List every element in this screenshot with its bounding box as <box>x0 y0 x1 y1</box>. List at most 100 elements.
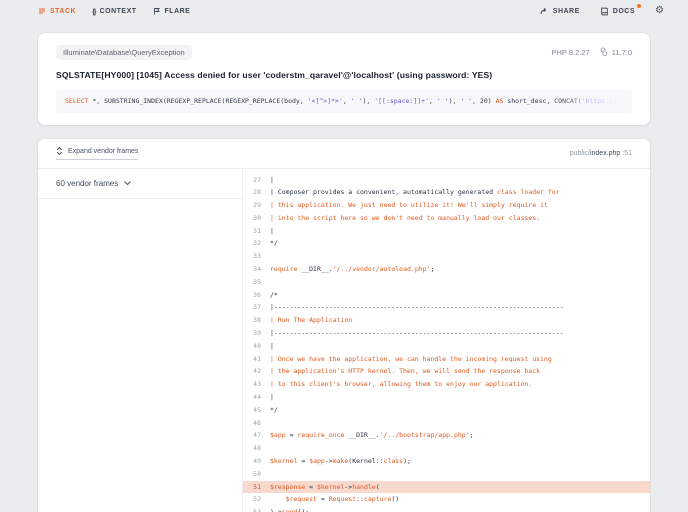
version-info: PHP 8.2.27 11.7.0 <box>551 47 632 58</box>
code-line-42: 42 | the application's HTTP kernel. Then,… <box>243 365 650 378</box>
line-number: 44 <box>253 393 261 402</box>
laravel-version: 11.7.0 <box>600 47 632 58</box>
tab-context[interactable]: { } CONTEXT <box>92 7 136 16</box>
line-code: $response = $kernel->handle( <box>270 482 380 491</box>
line-number: 38 <box>253 316 261 325</box>
exception-message: SQLSTATE[HY000] [1045] Access denied for… <box>56 69 493 80</box>
line-code: | <box>270 341 274 350</box>
code-line-38: 38 | Run The Application <box>243 314 650 327</box>
chevron-down-icon <box>124 179 132 188</box>
line-number: 39 <box>253 329 261 338</box>
tab-stack[interactable]: STACK <box>38 7 76 15</box>
code-line-48: 48 <box>243 442 650 455</box>
flag-icon <box>153 7 161 15</box>
line-number: 41 <box>253 354 261 363</box>
tab-context-label: CONTEXT <box>99 7 137 15</box>
frames-sidebar: 60 vendor frames <box>38 168 243 512</box>
line-number: 28 <box>253 188 261 197</box>
file-name: index.php <box>589 149 621 157</box>
code-line-46: 46 <box>243 417 650 430</box>
code-line-45: 45 */ <box>243 404 650 417</box>
laravel-version-number: 11.7.0 <box>611 47 632 57</box>
code-line-44: 44 | <box>243 391 650 404</box>
code-line-34: 34 require __DIR__.'/../vendor/autoload.p… <box>243 263 650 276</box>
code-line-39: 39 |-------------------------------------… <box>243 327 650 340</box>
code-line-31: 31 | <box>243 225 650 238</box>
line-code: $request = Request::capture() <box>285 495 400 504</box>
line-code: |---------------------------------------… <box>270 329 564 338</box>
sql-query: SELECT *, SUBSTRING_INDEX(REGEXP_REPLACE… <box>56 89 632 113</box>
tab-stack-label: STACK <box>50 7 77 15</box>
nav-actions: SHARE DOCS ⚙ <box>540 3 664 16</box>
line-code: | into the script here so we don't need … <box>270 213 541 222</box>
php-version: PHP 8.2.27 <box>551 47 590 57</box>
code-line-40: 40 | <box>243 340 650 353</box>
top-navbar: STACK { } CONTEXT FLARE SHARE DOCS ⚙ <box>0 0 688 22</box>
line-code: $app = require_once __DIR__.'/../bootstr… <box>270 431 474 440</box>
line-number: 36 <box>253 290 261 299</box>
code-line-35: 35 <box>243 276 650 289</box>
tab-flare[interactable]: FLARE <box>153 7 191 15</box>
code-line-36: 36 /* <box>243 289 650 302</box>
line-number: 32 <box>253 239 261 248</box>
line-number: 35 <box>253 277 261 286</box>
line-number: 46 <box>253 418 261 427</box>
code-line-47: 47 $app = require_once __DIR__.'/../boots… <box>243 429 650 442</box>
nav-tabs: STACK { } CONTEXT FLARE <box>38 7 190 16</box>
code-line-43: 43 | to this client's browser, allowing t… <box>243 378 650 391</box>
expand-vendor-frames-button[interactable]: Expand vendor frames <box>56 146 139 160</box>
stack-trace-card: Expand vendor frames public/index.php :5… <box>38 138 650 512</box>
line-number: 33 <box>253 252 261 261</box>
braces-icon: { } <box>92 6 97 16</box>
line-number: 51 <box>253 482 261 491</box>
line-code: | <box>270 226 274 235</box>
line-code: require __DIR__.'/../vendor/autoload.php… <box>270 265 435 274</box>
settings-gear-icon[interactable]: ⚙ <box>655 6 664 16</box>
code-line-27: 27 | <box>243 174 650 187</box>
share-icon <box>540 7 549 15</box>
share-label: SHARE <box>552 7 580 15</box>
line-code: | the application's HTTP kernel. Then, w… <box>270 367 541 376</box>
line-number: 34 <box>253 265 261 274</box>
code-line-50: 50 <box>243 468 650 481</box>
line-number: 29 <box>253 201 261 210</box>
line-code: /* <box>270 290 278 299</box>
laravel-icon <box>600 47 609 58</box>
code-line-49: 49 $kernel = $app->make(Kernel::class); <box>243 455 650 468</box>
code-line-51: 51 $response = $kernel->handle( <box>243 480 650 494</box>
code-line-30: 30 | into the script here so we don't nee… <box>243 212 650 225</box>
exception-card: Illuminate\Database\QueryException PHP 8… <box>38 33 650 125</box>
docs-notification-dot <box>637 3 642 8</box>
line-number: 49 <box>253 457 261 466</box>
share-button[interactable]: SHARE <box>540 7 580 15</box>
line-number: 50 <box>253 469 261 478</box>
vendor-frames-dropdown[interactable]: 60 vendor frames <box>38 169 242 199</box>
line-number: 43 <box>253 380 261 389</box>
book-icon <box>600 7 609 16</box>
line-code: )->send(); <box>270 506 309 512</box>
tab-flare-label: FLARE <box>164 7 191 15</box>
vendor-frames-label: 60 vendor frames <box>56 178 119 188</box>
line-code: |---------------------------------------… <box>270 303 564 312</box>
line-code: | Composer provides a convenient, automa… <box>270 188 560 197</box>
line-code: $kernel = $app->make(Kernel::class); <box>270 457 411 466</box>
line-number: 47 <box>253 431 261 440</box>
file-line-number: :51 <box>620 149 632 157</box>
line-number: 42 <box>253 367 261 376</box>
line-code: | <box>270 393 274 402</box>
line-code: */ <box>270 405 278 414</box>
code-line-52: 52 $request = Request::capture() <box>243 493 650 506</box>
docs-button[interactable]: DOCS <box>600 3 642 16</box>
line-code: | this application. We just need to util… <box>270 201 548 210</box>
line-code: | Once we have the application, we can h… <box>270 354 552 363</box>
file-path-prefix: public/ <box>569 149 590 157</box>
code-lines: 27 | 28 | Composer provides a convenient, a… <box>243 174 650 512</box>
code-line-37: 37 |-------------------------------------… <box>243 301 650 314</box>
stack-icon <box>38 7 46 15</box>
code-line-32: 32 */ <box>243 237 650 250</box>
line-number: 37 <box>253 303 261 312</box>
line-number: 52 <box>253 495 261 504</box>
docs-label: DOCS <box>612 7 636 15</box>
exception-class-badge: Illuminate\Database\QueryException <box>56 45 192 60</box>
line-code: | <box>270 175 274 184</box>
